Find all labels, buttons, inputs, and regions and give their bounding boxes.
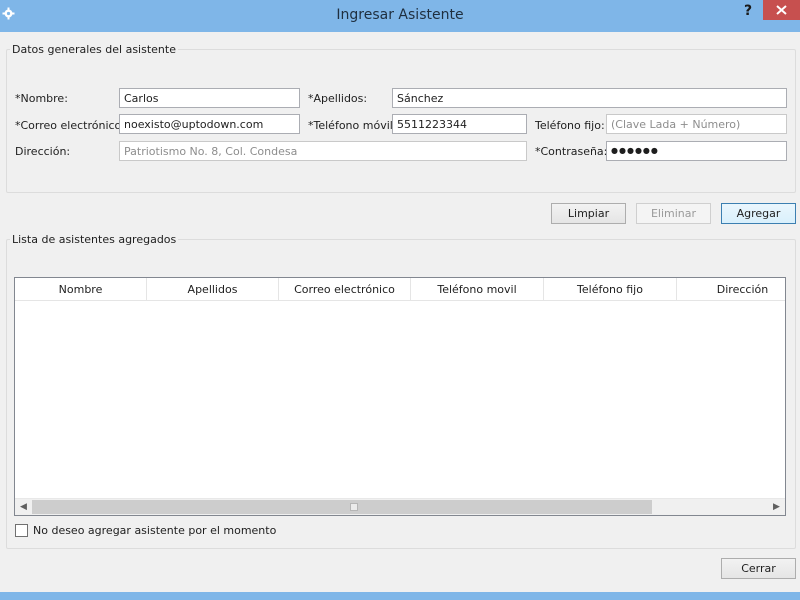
skip-checkbox-label[interactable]: No deseo agregar asistente por el moment… bbox=[33, 524, 276, 537]
window-bottom-border bbox=[0, 592, 800, 600]
fijo-input[interactable] bbox=[606, 114, 787, 134]
direccion-label: Dirección: bbox=[15, 145, 71, 158]
title-bar[interactable]: Ingresar Asistente ? bbox=[0, 0, 800, 32]
email-field[interactable] bbox=[119, 114, 300, 134]
agregar-button[interactable]: Agregar bbox=[721, 203, 796, 224]
movil-input[interactable] bbox=[392, 114, 527, 134]
cerrar-button[interactable]: Cerrar bbox=[721, 558, 796, 579]
scroll-right-icon[interactable]: ▶ bbox=[768, 499, 785, 515]
close-icon bbox=[776, 5, 787, 15]
eliminar-button[interactable]: Eliminar bbox=[636, 203, 711, 224]
dialog-window: Ingresar Asistente ? Datos generales del… bbox=[0, 0, 800, 600]
close-button[interactable] bbox=[763, 0, 800, 20]
correo-label: *Correo electrónico: bbox=[15, 119, 125, 132]
fijo-label: Teléfono fijo: bbox=[535, 119, 605, 132]
limpiar-button[interactable]: Limpiar bbox=[551, 203, 626, 224]
apellidos-label: *Apellidos: bbox=[308, 92, 368, 105]
horizontal-scrollbar[interactable]: ◀ ▶ bbox=[15, 498, 785, 515]
column-header-direccion[interactable]: Dirección bbox=[677, 278, 785, 300]
column-header-correo[interactable]: Correo electrónico bbox=[279, 278, 411, 300]
list-header: Nombre Apellidos Correo electrónico Telé… bbox=[15, 278, 785, 301]
dialog-body: Datos generales del asistente *Nombre: *… bbox=[0, 32, 800, 592]
window-title: Ingresar Asistente bbox=[336, 7, 464, 23]
contrasena-label: *Contraseña: bbox=[535, 145, 608, 158]
attendee-list-legend: Lista de asistentes agregados bbox=[10, 233, 179, 246]
skip-checkbox[interactable] bbox=[15, 524, 28, 537]
movil-label: *Teléfono móvil: bbox=[308, 119, 397, 132]
column-header-apellidos[interactable]: Apellidos bbox=[147, 278, 279, 300]
scrollbar-thumb[interactable] bbox=[32, 500, 652, 514]
scroll-left-icon[interactable]: ◀ bbox=[15, 499, 32, 515]
direccion-input[interactable] bbox=[119, 141, 527, 161]
column-header-nombre[interactable]: Nombre bbox=[15, 278, 147, 300]
nombre-input[interactable] bbox=[119, 88, 300, 108]
password-field[interactable]: ●●●●●● bbox=[606, 141, 787, 161]
scrollbar-grip-icon bbox=[350, 503, 358, 511]
help-button[interactable]: ? bbox=[741, 3, 755, 21]
nombre-label: *Nombre: bbox=[15, 92, 68, 105]
column-header-movil[interactable]: Teléfono movil bbox=[411, 278, 544, 300]
attendee-list[interactable]: Nombre Apellidos Correo electrónico Telé… bbox=[14, 277, 786, 516]
general-data-legend: Datos generales del asistente bbox=[10, 43, 178, 56]
column-header-fijo[interactable]: Teléfono fijo bbox=[544, 278, 677, 300]
apellidos-input[interactable] bbox=[392, 88, 787, 108]
